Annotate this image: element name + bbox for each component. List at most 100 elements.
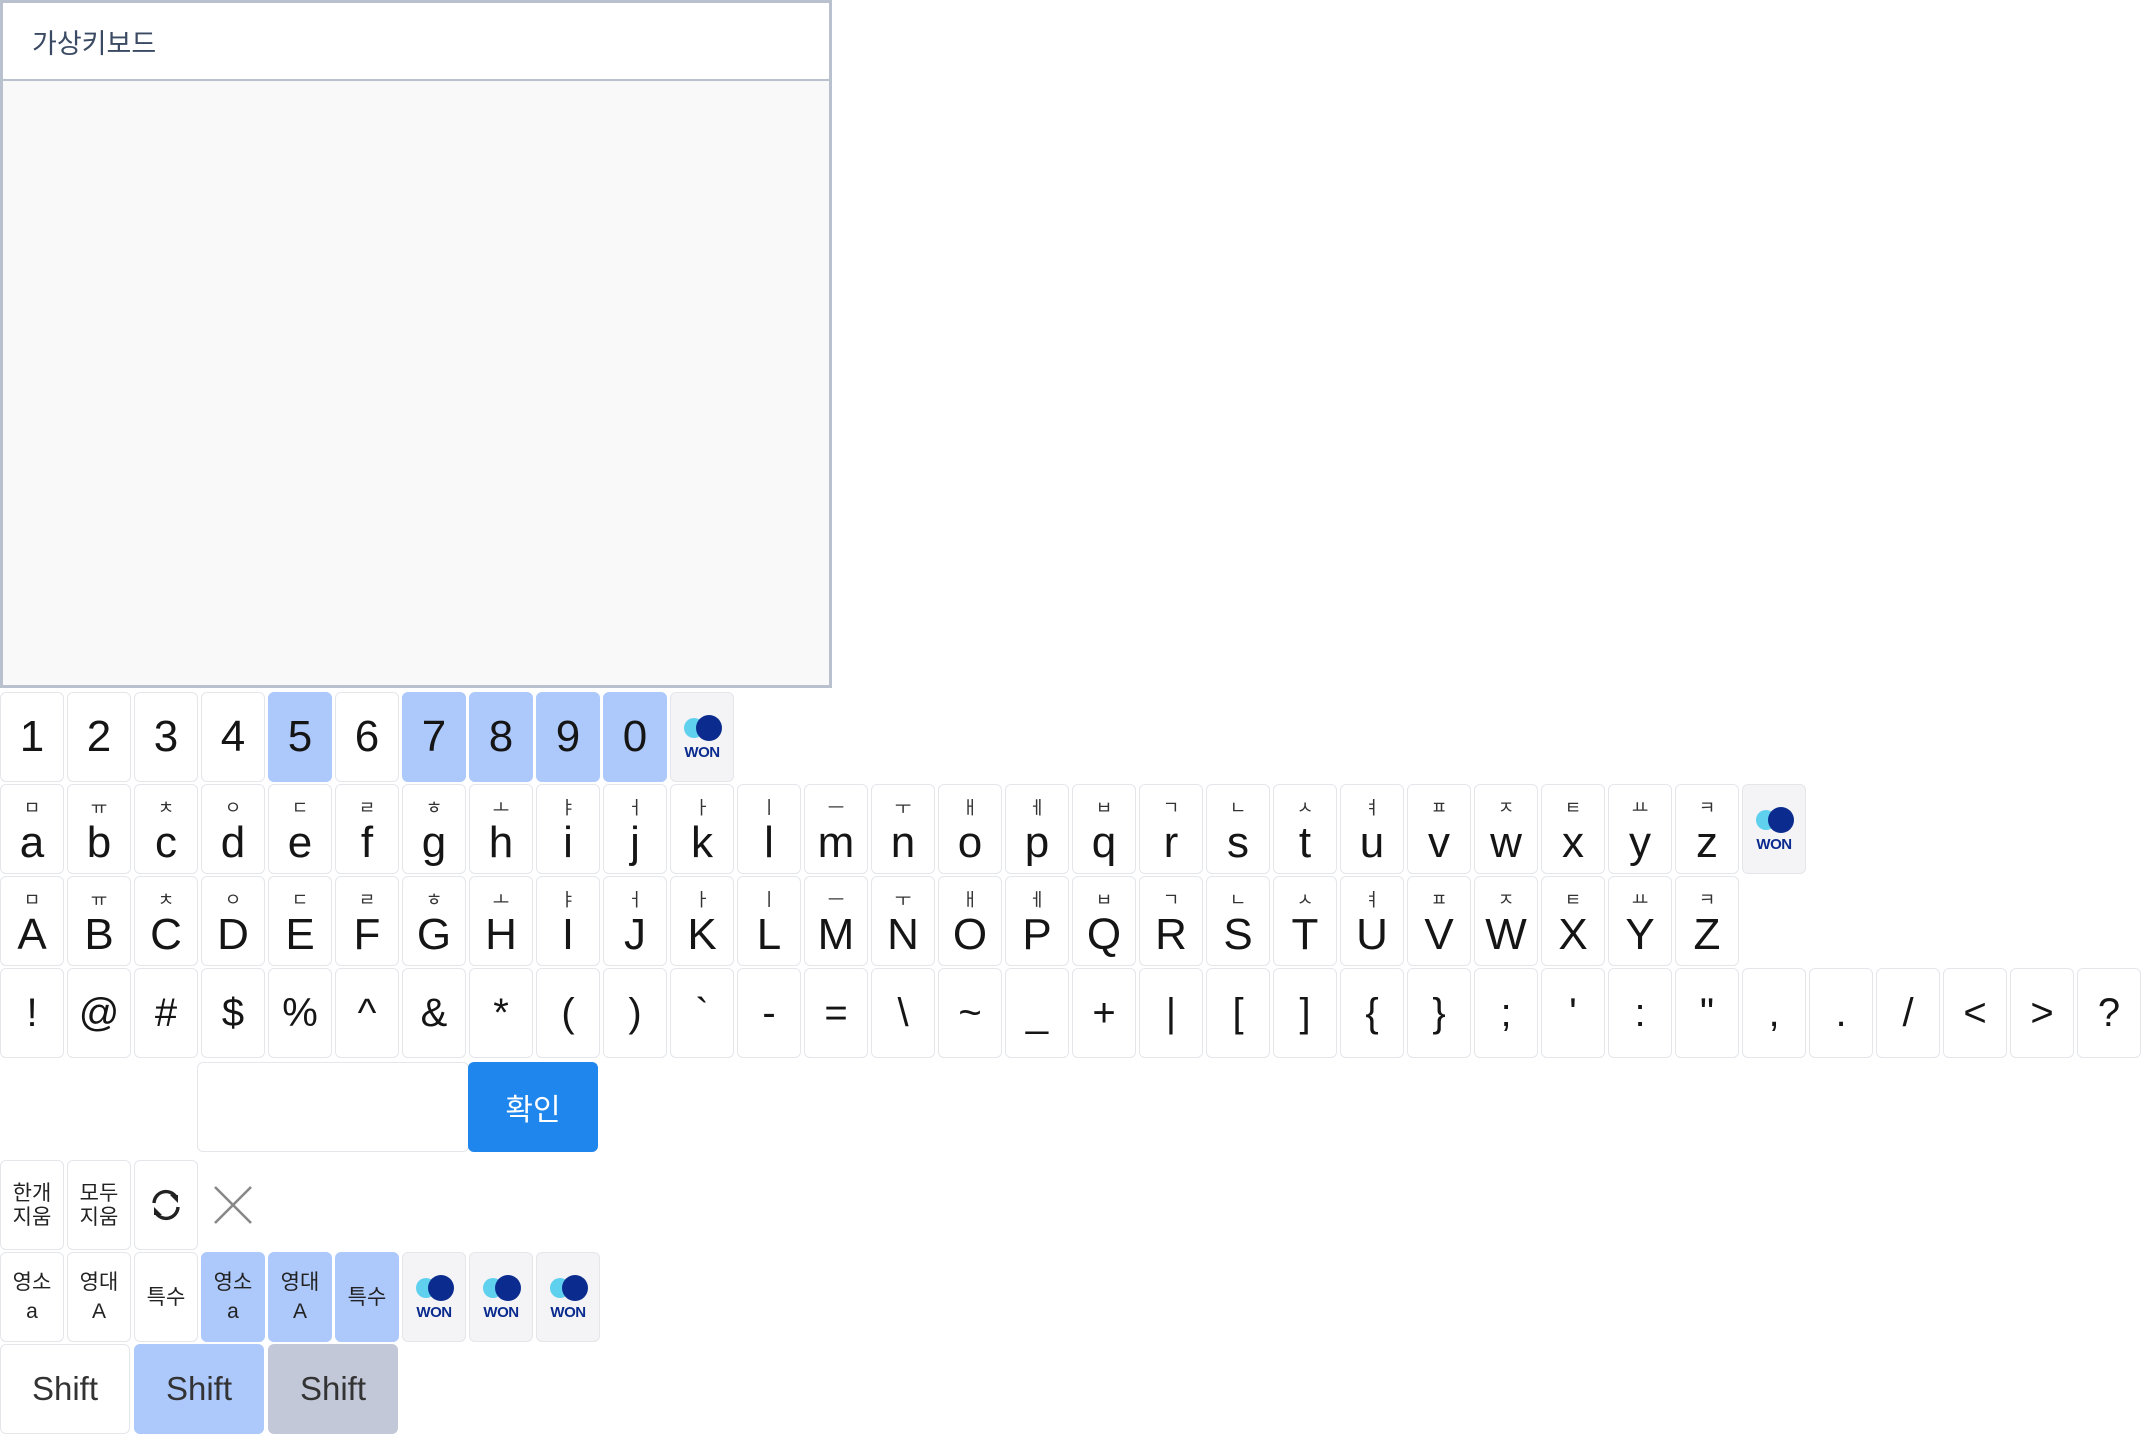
letter-key-C[interactable]: ㅊC xyxy=(134,876,198,966)
mode-key[interactable]: 영소 a xyxy=(0,1252,64,1342)
letter-key-E[interactable]: ㄷE xyxy=(268,876,332,966)
letter-key-l[interactable]: ㅣl xyxy=(737,784,801,874)
symbol-key[interactable]: & xyxy=(402,968,466,1058)
close-button[interactable] xyxy=(201,1160,265,1250)
number-key-0[interactable]: 0 xyxy=(603,692,667,782)
symbol-key[interactable]: ! xyxy=(0,968,64,1058)
letter-key-k[interactable]: ㅏk xyxy=(670,784,734,874)
symbol-key[interactable]: $ xyxy=(201,968,265,1058)
symbol-key[interactable]: - xyxy=(737,968,801,1058)
letter-key-S[interactable]: ㄴS xyxy=(1206,876,1270,966)
letter-key-c[interactable]: ㅊc xyxy=(134,784,198,874)
letter-key-D[interactable]: ㅇD xyxy=(201,876,265,966)
letter-key-X[interactable]: ㅌX xyxy=(1541,876,1605,966)
won-key[interactable]: WON xyxy=(536,1252,600,1342)
delete-one-button[interactable]: 한개 지움 xyxy=(0,1160,64,1250)
number-key-4[interactable]: 4 xyxy=(201,692,265,782)
letter-key-t[interactable]: ㅅt xyxy=(1273,784,1337,874)
letter-key-u[interactable]: ㅕu xyxy=(1340,784,1404,874)
symbol-key[interactable]: = xyxy=(804,968,868,1058)
shift-key-normal[interactable]: Shift xyxy=(0,1344,130,1434)
letter-key-M[interactable]: ㅡM xyxy=(804,876,868,966)
letter-key-Q[interactable]: ㅂQ xyxy=(1072,876,1136,966)
won-key[interactable]: WON xyxy=(670,692,734,782)
letter-key-w[interactable]: ㅈw xyxy=(1474,784,1538,874)
number-key-1[interactable]: 1 xyxy=(0,692,64,782)
number-key-6[interactable]: 6 xyxy=(335,692,399,782)
letter-key-n[interactable]: ㅜn xyxy=(871,784,935,874)
symbol-key[interactable]: } xyxy=(1407,968,1471,1058)
symbol-key[interactable]: + xyxy=(1072,968,1136,1058)
letter-key-Z[interactable]: ㅋZ xyxy=(1675,876,1739,966)
symbol-key[interactable]: . xyxy=(1809,968,1873,1058)
letter-key-F[interactable]: ㄹF xyxy=(335,876,399,966)
letter-key-f[interactable]: ㄹf xyxy=(335,784,399,874)
confirm-input[interactable] xyxy=(197,1062,469,1152)
won-key[interactable]: WON xyxy=(469,1252,533,1342)
shift-key-pressed[interactable]: Shift xyxy=(268,1344,398,1434)
symbol-key[interactable]: ^ xyxy=(335,968,399,1058)
number-key-2[interactable]: 2 xyxy=(67,692,131,782)
symbol-key[interactable]: { xyxy=(1340,968,1404,1058)
letter-key-U[interactable]: ㅕU xyxy=(1340,876,1404,966)
mode-key[interactable]: 특수 xyxy=(134,1252,198,1342)
letter-key-V[interactable]: ㅍV xyxy=(1407,876,1471,966)
number-key-7[interactable]: 7 xyxy=(402,692,466,782)
letter-key-K[interactable]: ㅏK xyxy=(670,876,734,966)
symbol-key[interactable]: ? xyxy=(2077,968,2141,1058)
symbol-key[interactable]: / xyxy=(1876,968,1940,1058)
letter-key-Y[interactable]: ㅛY xyxy=(1608,876,1672,966)
letter-key-j[interactable]: ㅓj xyxy=(603,784,667,874)
letter-key-h[interactable]: ㅗh xyxy=(469,784,533,874)
letter-key-W[interactable]: ㅈW xyxy=(1474,876,1538,966)
letter-key-s[interactable]: ㄴs xyxy=(1206,784,1270,874)
mode-key[interactable]: 영대 A xyxy=(67,1252,131,1342)
mode-key[interactable]: 특수 xyxy=(335,1252,399,1342)
letter-key-m[interactable]: ㅡm xyxy=(804,784,868,874)
symbol-key[interactable]: # xyxy=(134,968,198,1058)
symbol-key[interactable]: _ xyxy=(1005,968,1069,1058)
letter-key-O[interactable]: ㅐO xyxy=(938,876,1002,966)
letter-key-A[interactable]: ㅁA xyxy=(0,876,64,966)
number-key-3[interactable]: 3 xyxy=(134,692,198,782)
letter-key-H[interactable]: ㅗH xyxy=(469,876,533,966)
letter-key-b[interactable]: ㅠb xyxy=(67,784,131,874)
letter-key-N[interactable]: ㅜN xyxy=(871,876,935,966)
letter-key-z[interactable]: ㅋz xyxy=(1675,784,1739,874)
symbol-key[interactable]: % xyxy=(268,968,332,1058)
delete-all-button[interactable]: 모두 지움 xyxy=(67,1160,131,1250)
letter-key-o[interactable]: ㅐo xyxy=(938,784,1002,874)
symbol-key[interactable]: ( xyxy=(536,968,600,1058)
symbol-key[interactable]: " xyxy=(1675,968,1739,1058)
symbol-key[interactable]: @ xyxy=(67,968,131,1058)
symbol-key[interactable]: , xyxy=(1742,968,1806,1058)
symbol-key[interactable]: | xyxy=(1139,968,1203,1058)
symbol-key[interactable]: \ xyxy=(871,968,935,1058)
symbol-key[interactable]: ; xyxy=(1474,968,1538,1058)
letter-key-T[interactable]: ㅅT xyxy=(1273,876,1337,966)
letter-key-a[interactable]: ㅁa xyxy=(0,784,64,874)
mode-key[interactable]: 영대 A xyxy=(268,1252,332,1342)
letter-key-L[interactable]: ㅣL xyxy=(737,876,801,966)
mode-key[interactable]: 영소 a xyxy=(201,1252,265,1342)
letter-key-I[interactable]: ㅑI xyxy=(536,876,600,966)
letter-key-d[interactable]: ㅇd xyxy=(201,784,265,874)
letter-key-v[interactable]: ㅍv xyxy=(1407,784,1471,874)
symbol-key[interactable]: * xyxy=(469,968,533,1058)
confirm-button[interactable]: 확인 xyxy=(468,1062,598,1152)
symbol-key[interactable]: ~ xyxy=(938,968,1002,1058)
letter-key-R[interactable]: ㄱR xyxy=(1139,876,1203,966)
symbol-key[interactable]: < xyxy=(1943,968,2007,1058)
shift-key-active[interactable]: Shift xyxy=(134,1344,264,1434)
letter-key-y[interactable]: ㅛy xyxy=(1608,784,1672,874)
letter-key-G[interactable]: ㅎG xyxy=(402,876,466,966)
letter-key-J[interactable]: ㅓJ xyxy=(603,876,667,966)
symbol-key[interactable]: [ xyxy=(1206,968,1270,1058)
number-key-8[interactable]: 8 xyxy=(469,692,533,782)
letter-key-B[interactable]: ㅠB xyxy=(67,876,131,966)
number-key-9[interactable]: 9 xyxy=(536,692,600,782)
letter-key-g[interactable]: ㅎg xyxy=(402,784,466,874)
letter-key-x[interactable]: ㅌx xyxy=(1541,784,1605,874)
number-key-5[interactable]: 5 xyxy=(268,692,332,782)
symbol-key[interactable]: ] xyxy=(1273,968,1337,1058)
